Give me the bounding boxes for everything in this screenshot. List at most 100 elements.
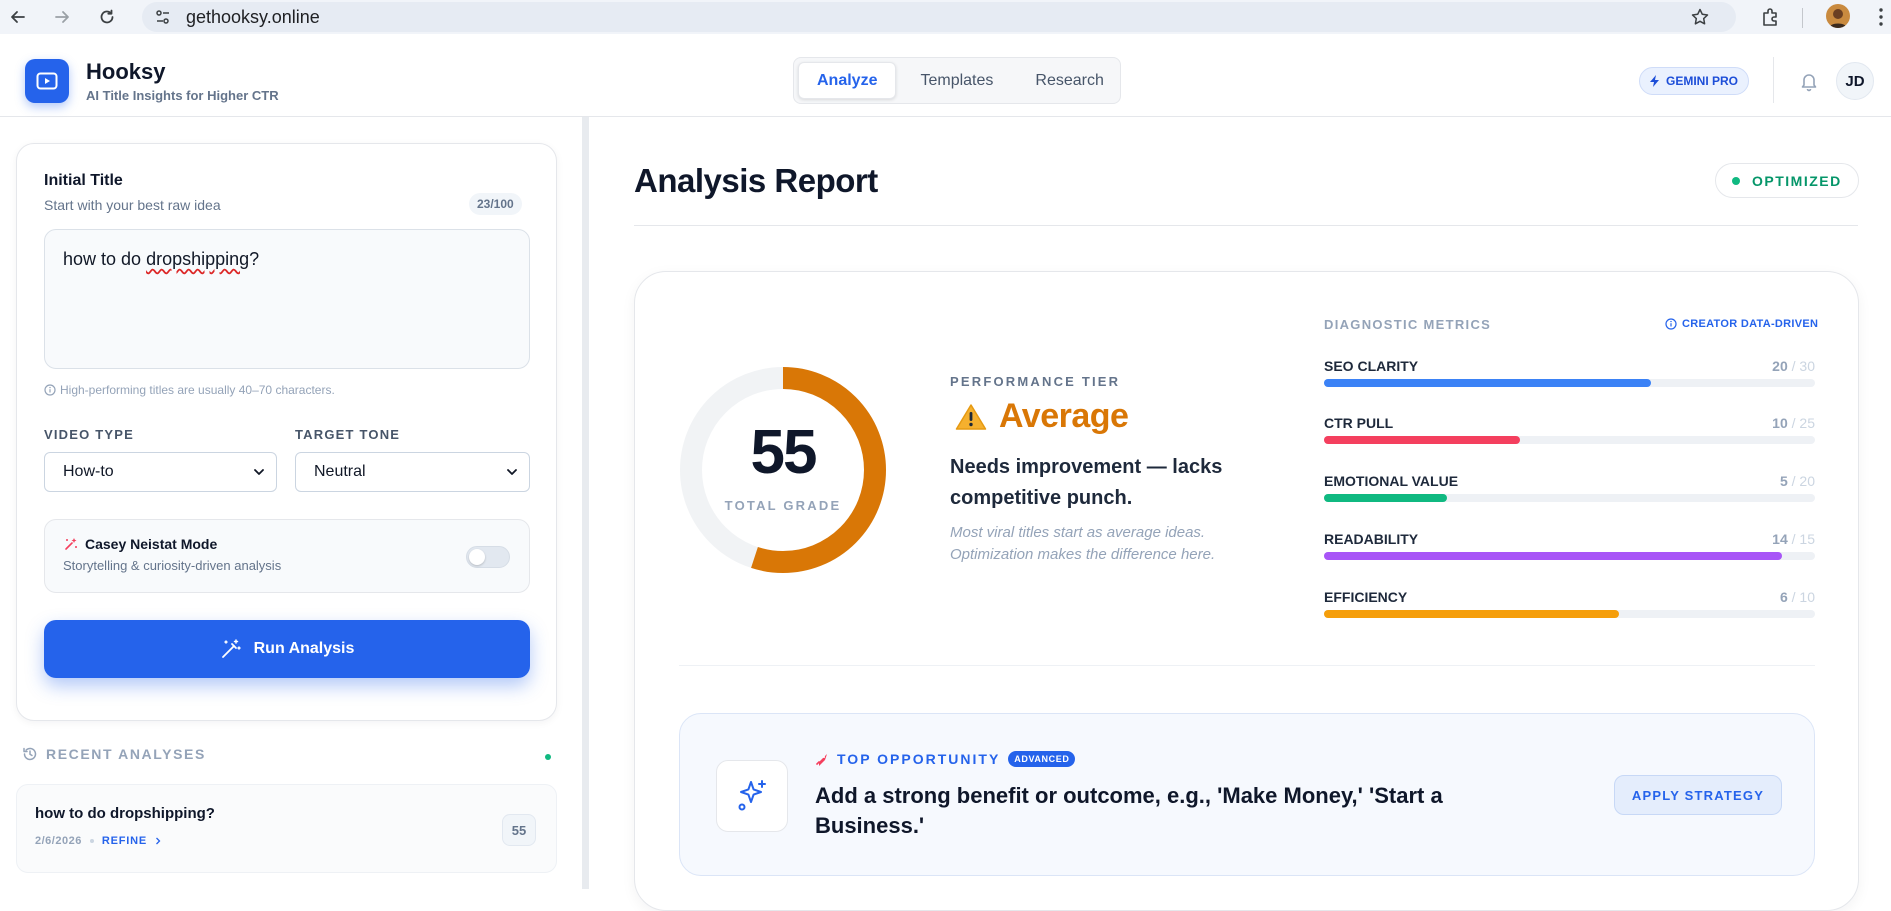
length-hint: High-performing titles are usually 40–70… xyxy=(44,383,335,397)
recent-analyses-title: RECENT ANALYSES xyxy=(46,746,206,762)
apply-strategy-button[interactable]: APPLY STRATEGY xyxy=(1614,775,1782,815)
performance-tier-value: Average xyxy=(999,397,1129,435)
toggle-knob xyxy=(469,549,485,565)
recent-item-date: 2/6/2026 xyxy=(35,835,82,847)
metric-bar xyxy=(1324,610,1619,618)
reload-icon[interactable] xyxy=(95,5,119,29)
metric-score-value: 6 xyxy=(1779,589,1788,605)
total-score: 55 xyxy=(750,418,818,487)
initial-title-label: Initial Title xyxy=(44,172,123,189)
recent-item-meta: 2/6/2026 REFINE xyxy=(35,835,161,847)
title-text: how to do dropshipping? xyxy=(63,249,260,269)
browser-menu-icon[interactable] xyxy=(1878,6,1884,33)
extensions-icon[interactable] xyxy=(1760,6,1782,33)
casey-mode-toggle[interactable] xyxy=(466,546,510,568)
target-tone-label: TARGET TONE xyxy=(295,427,401,442)
back-arrow-icon[interactable] xyxy=(6,5,30,29)
title-textarea[interactable]: how to do dropshipping? xyxy=(44,229,530,369)
meta-separator-dot xyxy=(89,839,94,843)
metric-track xyxy=(1324,494,1815,502)
metric-label: READABILITY xyxy=(1324,531,1419,547)
chevron-down-icon xyxy=(254,469,264,475)
play-icon xyxy=(36,72,58,90)
plan-badge[interactable]: GEMINI PRO xyxy=(1639,67,1750,95)
casey-mode-panel: Casey Neistat Mode Storytelling & curios… xyxy=(44,519,530,593)
history-icon xyxy=(23,747,37,761)
chevron-down-icon xyxy=(507,469,517,475)
refine-link[interactable]: REFINE xyxy=(102,835,147,847)
tab-templates[interactable]: Templates xyxy=(902,62,1011,99)
metric-bar xyxy=(1324,379,1652,387)
panel-splitter[interactable] xyxy=(582,117,589,889)
recent-analysis-item[interactable]: how to do dropshipping? 2/6/2026 REFINE … xyxy=(16,784,557,873)
metric-score-max: / 10 xyxy=(1791,589,1815,605)
video-type-label: VIDEO TYPE xyxy=(44,427,135,442)
metric-score-value: 20 xyxy=(1772,358,1788,374)
bell-icon[interactable] xyxy=(1798,70,1820,92)
site-settings-icon[interactable] xyxy=(154,8,172,31)
video-type-value: How-to xyxy=(63,463,114,480)
brand-tagline: AI Title Insights for Higher CTR xyxy=(86,88,279,103)
advanced-badge: ADVANCED xyxy=(1008,751,1076,767)
tab-research[interactable]: Research xyxy=(1017,62,1121,99)
creator-data-driven-tag[interactable]: CREATOR DATA-DRIVEN xyxy=(1665,318,1818,330)
metric-label: EFFICIENCY xyxy=(1324,589,1408,605)
tier-note: Most viral titles start as average ideas… xyxy=(950,524,1216,563)
title-input-card: Initial Title Start with your best raw i… xyxy=(16,143,557,721)
recent-item-score: 55 xyxy=(502,814,536,846)
metric-score: 6 / 10 xyxy=(1780,589,1815,605)
casey-mode-description: Storytelling & curiosity-driven analysis xyxy=(63,558,282,573)
run-analysis-button[interactable]: Run Analysis xyxy=(44,620,530,678)
address-bar[interactable]: gethooksy.online xyxy=(142,2,1736,32)
character-count: 23/100 xyxy=(469,193,522,215)
app-header: Hooksy AI Title Insights for Higher CTR … xyxy=(0,34,1891,117)
bookmark-star-icon[interactable] xyxy=(1690,7,1710,32)
user-avatar[interactable]: JD xyxy=(1836,62,1874,100)
chevron-right-icon xyxy=(156,837,161,845)
metric-track xyxy=(1324,379,1815,387)
toolbar-divider xyxy=(1802,8,1803,28)
metric-bar xyxy=(1324,552,1783,560)
metric-score-value: 5 xyxy=(1779,473,1788,489)
report-card: 55 TOTAL GRADE PERFORMANCE TIER Average … xyxy=(634,271,1859,911)
sparkle-wand-icon xyxy=(65,538,77,550)
browser-toolbar: gethooksy.online xyxy=(0,0,1891,34)
metric-score: 14 / 15 xyxy=(1772,531,1815,547)
logo[interactable] xyxy=(25,59,69,103)
target-tone-select[interactable]: Neutral xyxy=(295,452,530,492)
main-tabs: Analyze Templates Research xyxy=(793,57,1121,104)
metric-score: 10 / 25 xyxy=(1772,415,1815,431)
metric-track xyxy=(1324,436,1815,444)
metric-label: EMOTIONAL VALUE xyxy=(1324,473,1459,489)
warning-icon xyxy=(955,403,987,430)
status-badge-label: OPTIMIZED xyxy=(1752,172,1842,189)
metric-track xyxy=(1324,552,1815,560)
metric-bar xyxy=(1324,436,1521,444)
sparkles-icon xyxy=(738,780,766,811)
forward-arrow-icon[interactable] xyxy=(50,5,74,29)
diagnostic-metrics-header: DIAGNOSTIC METRICS xyxy=(1324,317,1492,332)
profile-avatar-icon[interactable] xyxy=(1826,4,1850,28)
spellcheck-word: dropshipping xyxy=(146,249,250,269)
metric-score: 20 / 30 xyxy=(1772,358,1815,374)
metric-track xyxy=(1324,610,1815,618)
rocket-icon xyxy=(816,754,827,766)
magic-wand-icon xyxy=(221,639,241,658)
metric-score-value: 14 xyxy=(1772,531,1788,547)
status-badge: OPTIMIZED xyxy=(1715,163,1859,198)
brand-name: Hooksy xyxy=(86,59,166,84)
tier-row: Average xyxy=(955,397,1129,436)
video-type-select[interactable]: How-to xyxy=(44,452,277,492)
creator-data-driven-label: CREATOR DATA-DRIVEN xyxy=(1682,318,1819,330)
opportunity-icon-box xyxy=(716,760,788,832)
top-opportunity-label: TOP OPPORTUNITY xyxy=(837,751,1001,767)
report-divider xyxy=(634,225,1858,226)
metric-label: SEO CLARITY xyxy=(1324,358,1419,374)
metric-score: 5 / 20 xyxy=(1780,473,1815,489)
url-text[interactable]: gethooksy.online xyxy=(186,7,320,28)
metric-score-max: / 25 xyxy=(1791,415,1815,431)
status-dot-icon xyxy=(1732,176,1740,185)
tab-analyze[interactable]: Analyze xyxy=(798,62,897,99)
initial-title-subtitle: Start with your best raw idea xyxy=(44,197,221,213)
opportunity-text: Add a strong benefit or outcome, e.g., '… xyxy=(815,783,1443,838)
